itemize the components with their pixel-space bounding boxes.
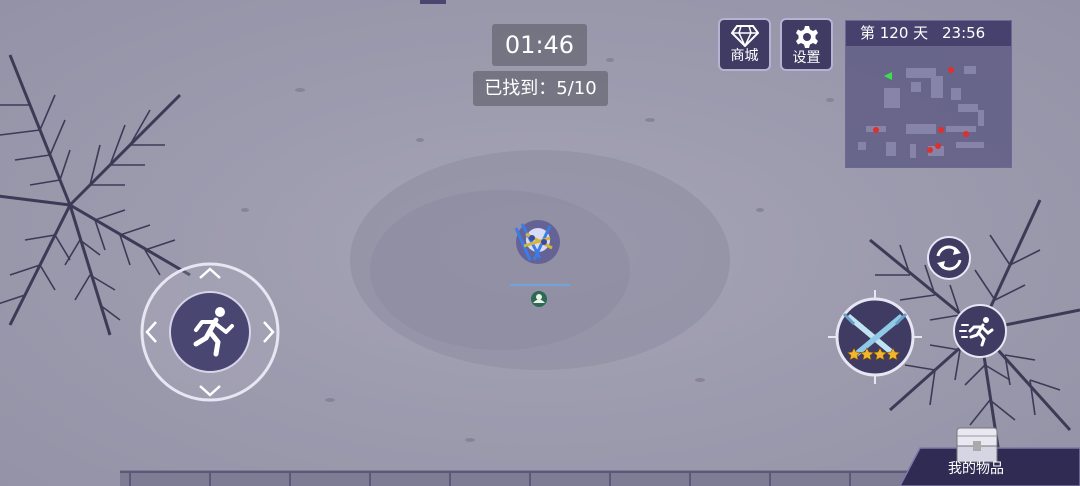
diamond-icon [730,25,759,47]
minimap[interactable]: 第 120 天 23:56 [845,20,1012,168]
minimap-map [858,66,984,158]
shop-label: 商城 [730,48,759,64]
gear-icon [795,26,818,48]
player-character [510,220,570,307]
minimap-header: 第 120 天 23:56 [846,21,1011,46]
game-clock: 23:56 [942,24,986,42]
day-counter: 第 120 天 [860,24,929,42]
swap-button[interactable] [926,235,972,281]
stone-fence [120,470,920,486]
chest-icon [956,427,998,463]
sprint-button[interactable] [952,303,1008,359]
attack-button[interactable] [828,290,922,384]
inventory-label: 我的物品 [948,461,1004,477]
shop-button[interactable]: 商城 [718,18,771,71]
countdown-timer: 01:46 [492,24,587,66]
settings-label: 设置 [792,50,821,66]
enemy-markers [873,67,969,153]
game-viewport[interactable]: 01:46 已找到：5/10 商城 设置 第 120 天 23:56 我的物品 [0,0,1080,486]
movement-joystick[interactable] [138,260,283,405]
found-counter: 已找到：5/10 [473,71,608,106]
top-object [420,0,446,4]
settings-button[interactable]: 设置 [780,18,833,71]
player-marker [884,72,892,80]
